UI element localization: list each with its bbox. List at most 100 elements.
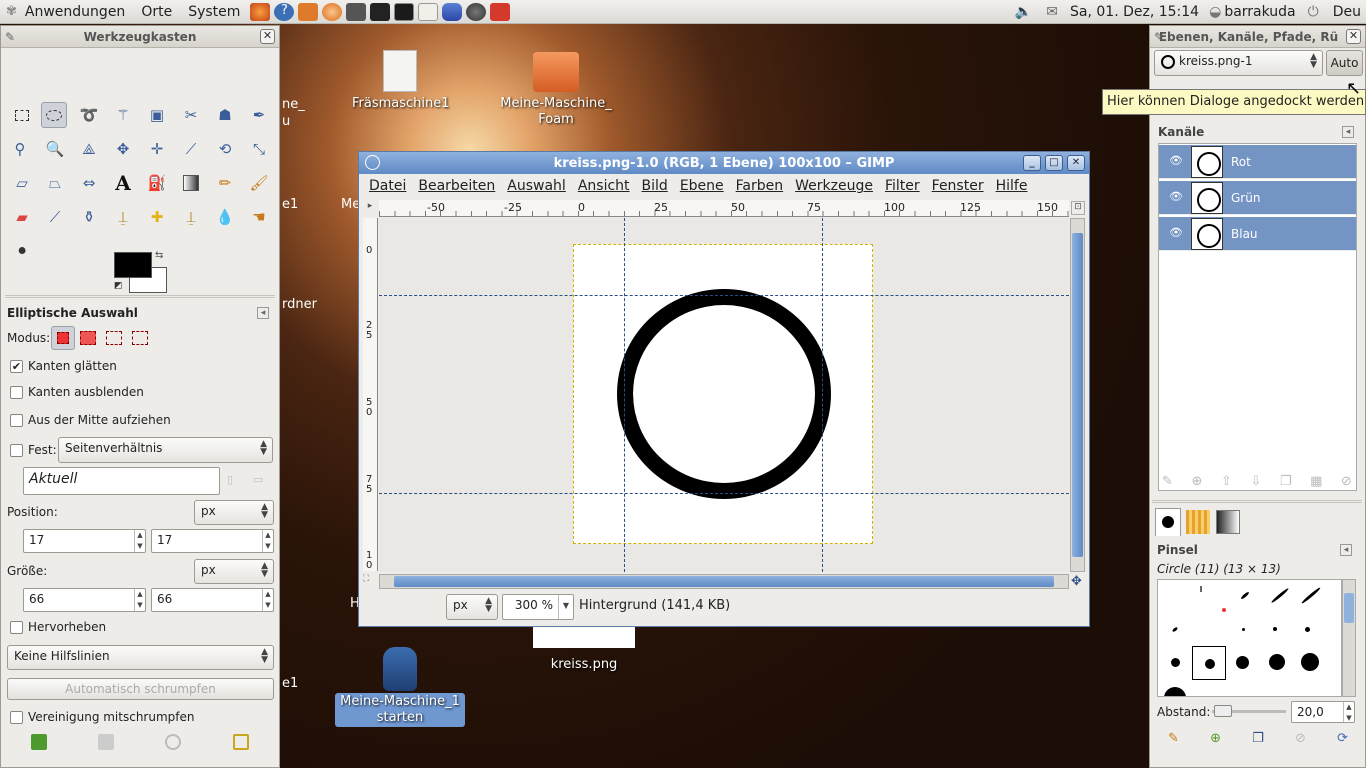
spacing-slider[interactable] xyxy=(1212,705,1286,717)
gnome-foot-icon[interactable]: ✾ xyxy=(6,4,17,19)
eraser-icon[interactable]: ▰ xyxy=(9,204,35,230)
desktop-icon-foam-folder[interactable]: Meine-Maschine_ Foam xyxy=(500,52,612,128)
new-channel-icon[interactable]: ⊕ xyxy=(1191,474,1202,490)
foreground-color-swatch[interactable] xyxy=(114,252,152,278)
position-x-input[interactable]: 17 ▲ ▼ xyxy=(23,529,146,553)
guide-vertical[interactable] xyxy=(822,218,823,572)
measure-icon[interactable]: ⟁ xyxy=(76,136,102,162)
mode-subtract-button[interactable] xyxy=(106,331,122,345)
fixed-mode-select[interactable]: Seitenverhältnis ▲ ▼ xyxy=(58,437,273,463)
menu-places[interactable]: Orte xyxy=(133,4,180,20)
brush-scrollbar[interactable] xyxy=(1342,579,1356,697)
auto-shrink-button[interactable]: Automatisch schrumpfen xyxy=(7,678,274,700)
bucket-fill-icon[interactable]: ⛽ xyxy=(144,170,170,196)
folder-icon[interactable] xyxy=(298,2,319,21)
vertical-scrollbar[interactable] xyxy=(1070,218,1085,572)
gimp-icon[interactable] xyxy=(346,2,367,21)
text-tool-icon[interactable]: A xyxy=(110,170,136,196)
edit-channel-icon[interactable]: ✎ xyxy=(1162,474,1173,490)
lasso-icon[interactable]: ➰ xyxy=(76,102,102,128)
inkscape-icon[interactable] xyxy=(370,2,391,21)
selected-brush[interactable] xyxy=(1192,646,1226,680)
highlight-checkbox[interactable] xyxy=(10,621,23,634)
rotate-icon[interactable]: ⟲ xyxy=(212,136,238,162)
menu-system[interactable]: System xyxy=(180,4,248,20)
menu-applications[interactable]: Anwendungen xyxy=(17,4,133,20)
restore-preset-icon[interactable] xyxy=(98,734,114,750)
clock[interactable]: Sa, 01. Dez, 15:14 xyxy=(1070,4,1199,20)
default-colors-icon[interactable]: ◩ xyxy=(114,281,123,291)
delete-channel-icon[interactable]: ⊘ xyxy=(1341,474,1352,490)
position-unit-select[interactable]: px ▲ ▼ xyxy=(194,500,274,525)
zoom-input[interactable]: 300 % ▼ xyxy=(502,594,574,620)
close-icon[interactable]: ✕ xyxy=(1067,155,1085,171)
keyboard-layout[interactable]: Deu xyxy=(1333,4,1361,20)
mode-replace-button[interactable] xyxy=(51,326,75,350)
mode-add-button[interactable] xyxy=(80,331,96,345)
pencil-icon[interactable]: ✏ xyxy=(212,170,238,196)
size-width-input[interactable]: 66 ▲ ▼ xyxy=(23,588,146,612)
image-select[interactable]: kreiss.png-1 ▲ ▼ xyxy=(1154,50,1323,76)
tab-patterns[interactable] xyxy=(1186,510,1210,534)
menu-farben[interactable]: Farben xyxy=(731,178,788,194)
channel-row-green[interactable]: 👁 Grün xyxy=(1159,181,1356,215)
from-center-checkbox[interactable] xyxy=(10,414,23,427)
database-icon[interactable] xyxy=(442,2,463,21)
clone-icon[interactable]: ⍊ xyxy=(110,204,136,230)
swap-colors-icon[interactable]: ⇆ xyxy=(155,250,163,261)
magic-wand-icon[interactable]: ⚚ xyxy=(110,102,136,128)
ink-icon[interactable]: ⚱ xyxy=(76,204,102,230)
configure-tab-icon[interactable]: ◂ xyxy=(1340,544,1352,556)
guide-horizontal[interactable] xyxy=(379,493,1069,494)
mode-intersect-button[interactable] xyxy=(132,331,148,345)
eye-icon[interactable]: 👁 xyxy=(1169,154,1183,167)
align-icon[interactable]: ✛ xyxy=(144,136,170,162)
select-by-color-icon[interactable]: ▣ xyxy=(144,102,170,128)
aspect-ratio-field[interactable]: Aktuell xyxy=(23,467,220,495)
eye-icon[interactable]: 👁 xyxy=(1169,190,1183,203)
firefox-icon[interactable] xyxy=(250,2,271,21)
scissors-icon[interactable]: ✂ xyxy=(178,102,204,128)
paintbrush-icon[interactable]: 🖌 xyxy=(246,170,272,196)
terminal-icon[interactable] xyxy=(394,2,415,21)
channel-to-selection-icon[interactable]: ▦ xyxy=(1310,474,1322,490)
horizontal-scrollbar[interactable] xyxy=(379,574,1069,589)
menu-bild[interactable]: Bild xyxy=(637,178,673,194)
edit-brush-icon[interactable]: ✎ xyxy=(1168,731,1179,749)
canvas-area[interactable] xyxy=(379,218,1069,572)
feather-checkbox[interactable] xyxy=(10,386,23,399)
menu-fenster[interactable]: Fenster xyxy=(927,178,989,194)
menu-werkzeuge[interactable]: Werkzeuge xyxy=(790,178,878,194)
image-window-titlebar[interactable]: kreiss.png-1.0 (RGB, 1 Ebene) 100x100 – … xyxy=(359,152,1089,174)
navigate-icon[interactable]: ⊡ xyxy=(1071,201,1085,215)
menu-datei[interactable]: Datei xyxy=(364,178,411,194)
help-icon[interactable]: ? xyxy=(274,2,295,21)
zoom-icon[interactable]: 🔍 xyxy=(42,136,68,162)
new-brush-icon[interactable]: ⊕ xyxy=(1210,731,1221,749)
perspective-clone-icon[interactable]: ⍊ xyxy=(178,204,204,230)
delete-brush-icon[interactable]: ⊘ xyxy=(1295,731,1306,749)
user-name[interactable]: barrakuda xyxy=(1224,4,1295,20)
menu-auswahl[interactable]: Auswahl xyxy=(502,178,571,194)
text-editor-icon[interactable] xyxy=(418,2,439,21)
move-icon[interactable]: ✥ xyxy=(110,136,136,162)
channel-row-blue[interactable]: 👁 Blau xyxy=(1159,217,1356,251)
delete-preset-icon[interactable] xyxy=(165,734,181,750)
heal-icon[interactable]: ✚ xyxy=(144,204,170,230)
horizontal-ruler[interactable]: -50 -25 0 25 50 75 100 125 150 xyxy=(379,200,1069,217)
scale-icon[interactable]: ⤡ xyxy=(246,136,272,162)
blend-icon[interactable] xyxy=(178,170,204,196)
smudge-icon[interactable]: ☚ xyxy=(246,204,272,230)
shear-icon[interactable]: ▱ xyxy=(9,170,35,196)
size-height-input[interactable]: 66 ▲ ▼ xyxy=(151,588,274,612)
toolbox-titlebar[interactable]: ✎ Werkzeugkasten ✕ xyxy=(1,26,279,48)
dodge-burn-icon[interactable]: ⚫ xyxy=(9,238,35,264)
mail-icon[interactable]: ✉ xyxy=(1046,4,1058,20)
desktop-icon-start-machine[interactable]: Meine-Maschine_1 starten xyxy=(335,647,465,727)
unit-select[interactable]: px ▲ ▼ xyxy=(446,594,498,620)
maximize-icon[interactable]: □ xyxy=(1045,155,1063,171)
tab-gradients[interactable] xyxy=(1216,510,1240,534)
vertical-ruler[interactable]: 0 2 5 5 0 7 5 1 0 xyxy=(363,218,378,571)
crop-icon[interactable]: ⟋ xyxy=(178,136,204,162)
perspective-icon[interactable]: ⏢ xyxy=(42,170,68,196)
